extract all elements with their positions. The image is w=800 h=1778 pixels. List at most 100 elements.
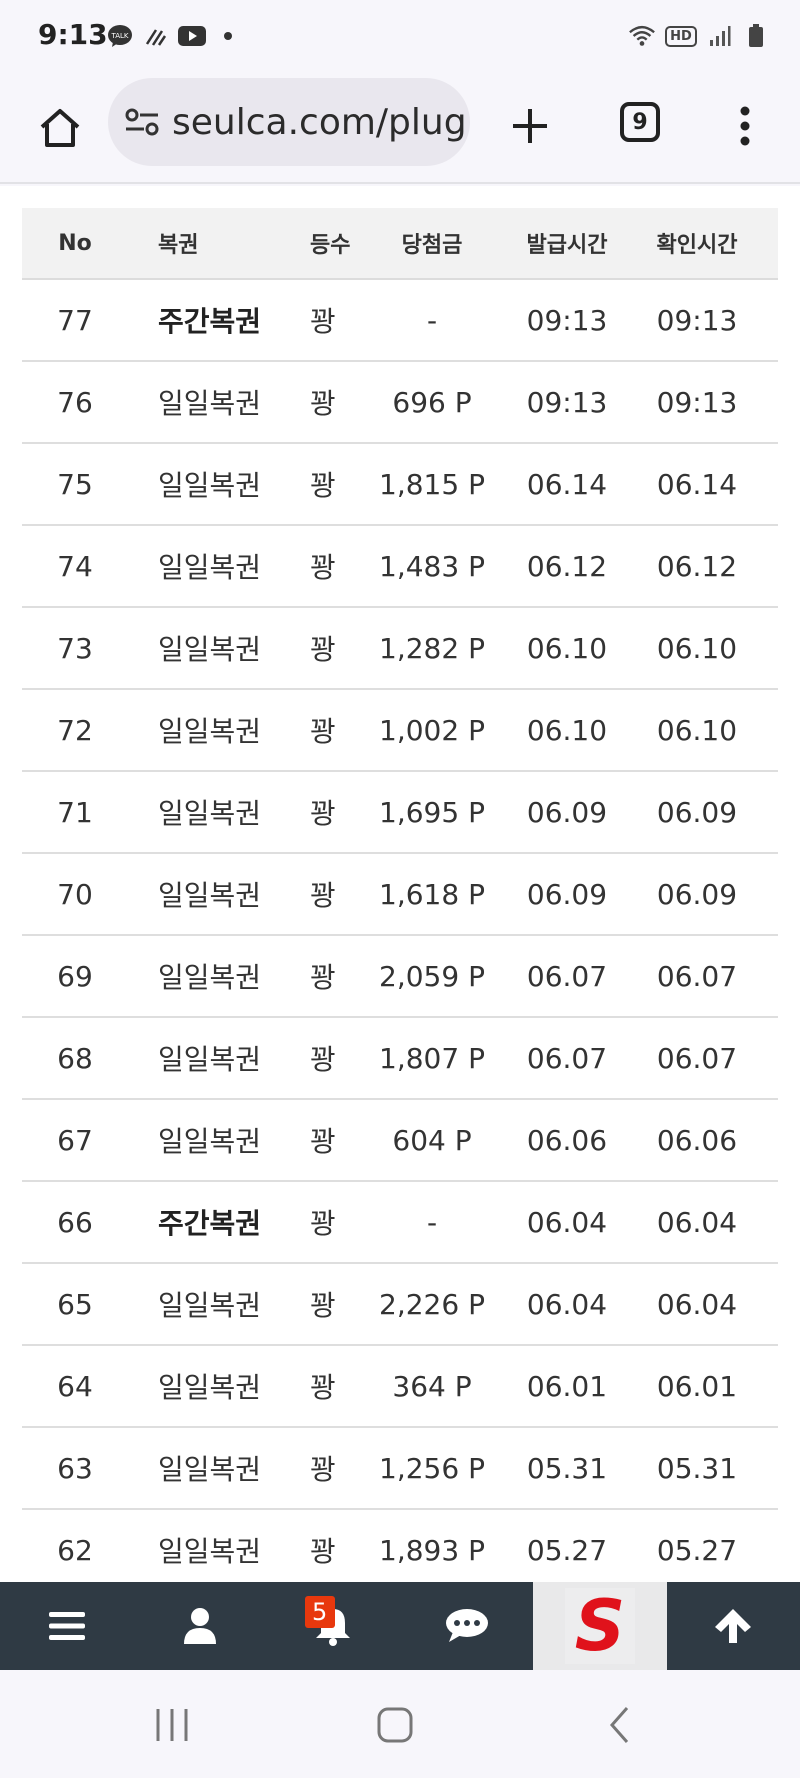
cell-type: 일일복권 [158, 961, 262, 994]
cell-checked: 06.01 [656, 1369, 738, 1403]
notification-badge: 5 [304, 1596, 335, 1628]
cell-issued: 06.04 [526, 1205, 608, 1239]
cell-checked: 06.06 [656, 1123, 738, 1157]
cell-issued: 06.09 [526, 795, 608, 829]
cell-type: 일일복권 [158, 1289, 262, 1322]
back-button[interactable] [590, 1700, 650, 1750]
cell-no: 63 [57, 1451, 93, 1485]
cell-issued: 09:13 [526, 303, 608, 337]
cell-issued: 06.14 [526, 467, 608, 501]
youtube-icon [178, 22, 206, 50]
cell-issued: 05.31 [526, 1451, 608, 1485]
cell-no: 62 [57, 1533, 93, 1567]
cell-type: 일일복권 [158, 1453, 262, 1486]
cell-checked: 09:13 [656, 385, 738, 419]
cell-prize: 2,059 P [379, 959, 485, 993]
cell-prize: 1,695 P [379, 795, 485, 829]
cell-rank: 꽝 [310, 469, 336, 502]
url-text[interactable]: seulca.com/plug [172, 102, 467, 143]
status-icons-left: TALK [106, 22, 242, 50]
cell-rank: 꽝 [310, 1453, 336, 1486]
new-tab-button[interactable] [500, 96, 560, 156]
cell-prize: 1,618 P [379, 877, 485, 911]
cell-type: 일일복권 [158, 715, 262, 748]
cell-prize: 2,226 P [379, 1287, 485, 1321]
cell-prize: 604 P [392, 1123, 472, 1157]
cell-prize: 1,815 P [379, 467, 485, 501]
cell-prize: 696 P [392, 385, 472, 419]
cell-no: 66 [57, 1205, 93, 1239]
table-row: 67 일일복권 꽝 604 P 06.06 06.06 [22, 1100, 778, 1182]
arrow-up-icon [715, 1609, 752, 1643]
chat-icon [445, 1609, 488, 1642]
cell-issued: 06.07 [526, 959, 608, 993]
menu-button[interactable] [0, 1582, 133, 1670]
cell-checked: 06.09 [656, 877, 738, 911]
site-logo-button[interactable]: S [533, 1582, 667, 1670]
header-rank: 등수 [310, 233, 351, 258]
plus-icon [513, 109, 547, 143]
status-icons-right: HD [628, 22, 770, 50]
table-row: 68 일일복권 꽝 1,807 P 06.07 06.07 [22, 1018, 778, 1100]
user-button[interactable] [133, 1582, 266, 1670]
cell-type: 일일복권 [158, 797, 262, 830]
cell-issued: 05.27 [526, 1533, 608, 1567]
system-navigation-bar [0, 1670, 800, 1778]
site-bottom-toolbar: 5 S [0, 1582, 800, 1670]
cell-issued: 06.09 [526, 877, 608, 911]
home-button[interactable] [28, 96, 92, 160]
cell-prize: - [426, 1205, 438, 1239]
cell-type: 일일복권 [158, 879, 262, 912]
page-content: No 복권 등수 당첨금 발급시간 확인시간 77 주간복권 꽝 -09:13 09:1… [0, 186, 800, 1582]
tab-switcher-button[interactable]: 9 [620, 102, 660, 142]
table-row: 64 일일복권 꽝 364 P 06.01 06.01 [22, 1346, 778, 1428]
cell-rank: 꽝 [310, 715, 336, 748]
recent-apps-button[interactable] [142, 1700, 202, 1750]
table-row: 66 주간복권 꽝 - 06.04 06.04 [22, 1182, 778, 1264]
table-row: 71 일일복권 꽝 1,695 P 06.09 06.09 [22, 772, 778, 854]
battery-icon [742, 22, 770, 50]
scroll-top-button[interactable] [667, 1582, 800, 1670]
cell-rank: 꽝 [310, 1125, 336, 1158]
kakaotalk-icon: TALK [106, 22, 134, 50]
header-type: 복권 [158, 233, 199, 258]
table-row: 77 주간복권 꽝 - 09:13 09:13 [22, 280, 778, 362]
cell-rank: 꽝 [310, 387, 336, 420]
cell-rank: 꽝 [310, 1535, 336, 1568]
site-settings-icon[interactable] [122, 102, 162, 142]
cell-no: 70 [57, 877, 93, 911]
chat-button[interactable] [400, 1582, 533, 1670]
status-bar: 9:13 TALK HD [0, 0, 800, 74]
table-body: 77 주간복권 꽝 -09:13 09:13 76 일일복권 꽝 696 P 09:13 09:13… [22, 280, 778, 1582]
cell-checked: 06.10 [656, 713, 738, 747]
cell-rank: 꽝 [310, 961, 336, 994]
cell-no: 67 [57, 1123, 93, 1157]
home-nav-button[interactable] [365, 1700, 425, 1750]
cell-no: 68 [57, 1041, 93, 1075]
cell-no: 65 [57, 1287, 93, 1321]
cell-checked: 09:13 [656, 303, 738, 337]
cell-prize: 1,282 P [379, 631, 485, 665]
cell-no: 77 [57, 303, 93, 337]
cell-no: 76 [57, 385, 93, 419]
svg-text:TALK: TALK [110, 32, 128, 40]
table-row: 76 일일복권 꽝 696 P 09:13 09:13 [22, 362, 778, 444]
back-icon [609, 1707, 629, 1743]
cell-issued: 06.10 [526, 631, 608, 665]
table-row: 73 일일복권 꽝 1,282 P 06.10 06.10 [22, 608, 778, 690]
cell-issued: 09:13 [526, 385, 608, 419]
cell-prize: 1,483 P [379, 549, 485, 583]
cell-issued: 06.12 [526, 549, 608, 583]
cell-rank: 꽝 [310, 1043, 336, 1076]
cell-issued: 06.06 [526, 1123, 608, 1157]
cell-rank: 꽝 [310, 1289, 336, 1322]
cell-rank: 꽝 [310, 551, 336, 584]
notification-button[interactable]: 5 [267, 1582, 400, 1670]
lottery-history-table: No 복권 등수 당첨금 발급시간 확인시간 77 주간복권 꽝 -09:13 09:1… [22, 208, 778, 1582]
browser-menu-button[interactable] [730, 96, 760, 156]
cell-type: 일일복권 [158, 1371, 262, 1404]
table-row: 74 일일복권 꽝 1,483 P 06.12 06.12 [22, 526, 778, 608]
cell-type: 일일복권 [158, 469, 262, 502]
url-bar[interactable]: seulca.com/plug [108, 78, 470, 166]
cell-rank: 꽝 [310, 305, 336, 338]
